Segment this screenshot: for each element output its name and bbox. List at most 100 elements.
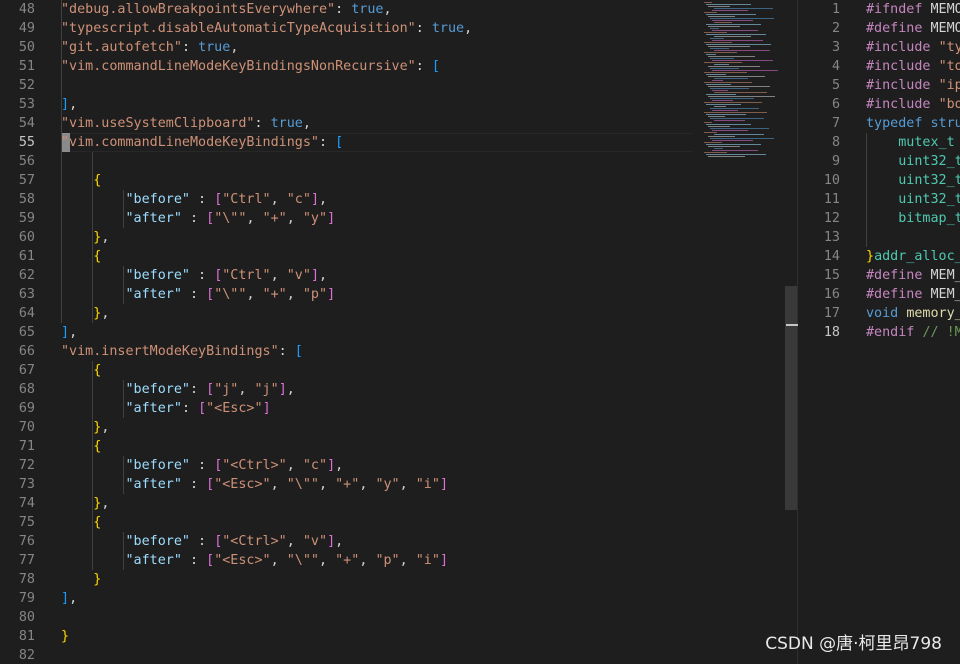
code-line[interactable]: 8 mutex_t m: [798, 133, 960, 152]
code-line[interactable]: 60 },: [0, 228, 786, 247]
code-line[interactable]: 53],: [0, 95, 786, 114]
code-line[interactable]: 71 {: [0, 437, 786, 456]
code-line[interactable]: 64 },: [0, 304, 786, 323]
code-token: "too: [938, 58, 960, 74]
code-line[interactable]: 57 {: [0, 171, 786, 190]
line-number: 71: [18, 438, 35, 454]
line-number: 69: [18, 400, 35, 416]
code-line[interactable]: 78 }: [0, 570, 786, 589]
code-token: ]: [61, 324, 70, 340]
minimap-line: [704, 52, 737, 53]
code-line[interactable]: 48 "debug.allowBreakpointsEverywhere": tr…: [0, 0, 786, 19]
code-line[interactable]: 17 void memory_: [798, 304, 960, 323]
code-line[interactable]: 69 "after": ["<Esc>"]: [0, 399, 786, 418]
code-token: :: [181, 552, 207, 568]
line-number: 8: [831, 134, 840, 150]
code-line[interactable]: 75 {: [0, 513, 786, 532]
code-line[interactable]: 62 "before" : ["Ctrl", "v"],: [0, 266, 786, 285]
code-line[interactable]: 6 #include "boo: [798, 95, 960, 114]
code-line[interactable]: 56: [0, 152, 786, 171]
code-line[interactable]: 74 },: [0, 494, 786, 513]
code-line[interactable]: 66 "vim.insertModeKeyBindings": [: [0, 342, 786, 361]
code-line[interactable]: 59 "after" : ["\"", "+", "y"]: [0, 209, 786, 228]
code-line[interactable]: 65],: [0, 323, 786, 342]
code-text: #define MEM_: [866, 285, 960, 304]
code-line[interactable]: 14}addr_alloc_t: [798, 247, 960, 266]
code-line[interactable]: 49 "typescript.disableAutomaticTypeAcquis…: [0, 19, 786, 38]
code-token: true: [351, 1, 384, 17]
code-line[interactable]: 82: [0, 646, 786, 664]
line-number: 11: [823, 191, 840, 207]
code-line[interactable]: 67 {: [0, 361, 786, 380]
minimap-line: [712, 20, 753, 21]
code-token: memory_: [906, 305, 960, 321]
code-line[interactable]: 16 #define MEM_: [798, 285, 960, 304]
code-line[interactable]: 68 "before": ["j", "j"],: [0, 380, 786, 399]
code-line[interactable]: 55 "vim.commandLineModeKeyBindings": [: [0, 133, 786, 152]
code-token: "\"": [214, 286, 247, 302]
code-line[interactable]: 58 "before" : ["Ctrl", "c"],: [0, 190, 786, 209]
code-line[interactable]: 79],: [0, 589, 786, 608]
code-line[interactable]: 2 #define MEMO: [798, 19, 960, 38]
code-line[interactable]: 77 "after" : ["<Esc>", "\"", "+", "p", "…: [0, 551, 786, 570]
code-line[interactable]: 80: [0, 608, 786, 627]
code-token: "typescript.disableAutomaticTypeAcquisit…: [61, 20, 416, 36]
code-token: ]: [61, 96, 70, 112]
line-number: 14: [823, 248, 840, 264]
code-token: "after": [125, 210, 182, 226]
minimap-line: [708, 26, 740, 27]
line-number: 52: [18, 77, 35, 93]
code-token: ]: [262, 400, 271, 416]
minimap-line: [708, 6, 730, 7]
code-line[interactable]: 15 #define MEM_: [798, 266, 960, 285]
code-line[interactable]: 51 "vim.commandLineModeKeyBindingsNonRecu…: [0, 57, 786, 76]
minimap-line: [712, 60, 773, 61]
minimap-line: [710, 18, 774, 19]
code-line[interactable]: 10 uint32_t: [798, 171, 960, 190]
code-token: :: [190, 533, 215, 549]
code-line[interactable]: 73 "after" : ["<Esc>", "\"", "+", "y", "…: [0, 475, 786, 494]
code-line[interactable]: 12 bitmap_t: [798, 209, 960, 228]
code-line[interactable]: 5 #include "ipc: [798, 76, 960, 95]
code-token: MEMO: [930, 20, 960, 36]
code-token: "before": [125, 191, 191, 207]
code-token: "i": [415, 476, 440, 492]
code-line[interactable]: 13: [798, 228, 960, 247]
minimap[interactable]: [700, 0, 786, 170]
code-line[interactable]: 3 #include "typ: [798, 38, 960, 57]
code-line[interactable]: 61 {: [0, 247, 786, 266]
code-text: #endif // !MEM: [866, 323, 960, 342]
code-line[interactable]: 50 "git.autofetch": true,: [0, 38, 786, 57]
code-line[interactable]: 18 #endif // !MEM: [798, 323, 960, 342]
code-line[interactable]: 72 "before" : ["<Ctrl>", "c"],: [0, 456, 786, 475]
code-text: {: [61, 513, 101, 532]
code-token: ,: [286, 210, 303, 226]
code-line[interactable]: 7 typedef struc: [798, 114, 960, 133]
code-line[interactable]: 9 uint32_t: [798, 152, 960, 171]
code-line[interactable]: 70 },: [0, 418, 786, 437]
code-line[interactable]: 76 "before" : ["<Ctrl>", "v"],: [0, 532, 786, 551]
code-line[interactable]: 52: [0, 76, 786, 95]
code-line[interactable]: 4 #include "too: [798, 57, 960, 76]
left-editor-pane[interactable]: 48 "debug.allowBreakpointsEverywhere": tr…: [0, 0, 786, 664]
code-line[interactable]: 63 "after" : ["\"", "+", "p"]: [0, 285, 786, 304]
code-line[interactable]: 81}: [0, 627, 786, 646]
code-token: #define: [866, 20, 931, 36]
code-text: #include "boo: [866, 95, 960, 114]
code-line[interactable]: 54 "vim.useSystemClipboard": true,: [0, 114, 786, 133]
code-token: "debug.allowBreakpointsEverywhere": [61, 1, 336, 17]
code-token: ,: [101, 305, 110, 321]
code-token: :: [181, 39, 199, 55]
code-line[interactable]: 1 #ifndef MEMO: [798, 0, 960, 19]
left-scrollbar-thumb[interactable]: [785, 286, 797, 510]
right-editor-pane[interactable]: 1 #ifndef MEMO 2 #define MEMO 3 #include "typ…: [798, 0, 960, 664]
code-token: ,: [335, 533, 344, 549]
code-token: bitmap_t: [898, 210, 960, 226]
code-token: void: [866, 305, 907, 321]
line-number: 70: [18, 419, 35, 435]
code-line[interactable]: 11 uint32_t: [798, 190, 960, 209]
code-token: ,: [359, 552, 376, 568]
